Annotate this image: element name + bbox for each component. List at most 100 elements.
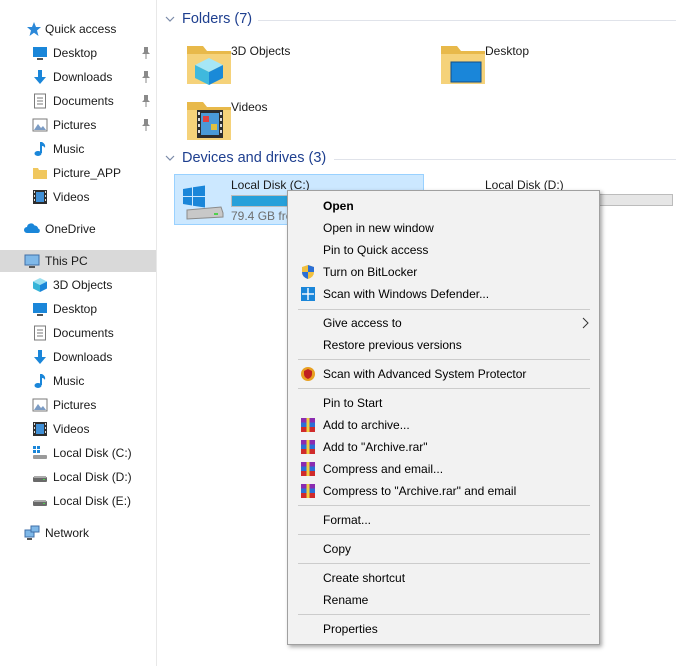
menu-label: Pin to Quick access: [323, 243, 429, 257]
menu-item-restore-versions[interactable]: Restore previous versions: [290, 334, 597, 356]
nav-quick-videos-label: Videos: [53, 190, 90, 204]
document-icon: [34, 325, 46, 341]
nav-pc-music[interactable]: Music: [0, 370, 156, 392]
drives-group-title: Devices and drives (3): [182, 150, 327, 166]
nav-quick-music[interactable]: Music: [0, 138, 156, 160]
nav-network[interactable]: Network: [0, 522, 156, 544]
nav-quick-picture-app-label: Picture_APP: [53, 166, 122, 180]
nav-pc-documents-label: Documents: [53, 326, 114, 340]
menu-item-open-new-window[interactable]: Open in new window: [290, 217, 597, 239]
menu-item-pin-start[interactable]: Pin to Start: [290, 392, 597, 414]
nav-pc-local-disk-d[interactable]: Local Disk (D:): [0, 466, 156, 488]
nav-quick-desktop[interactable]: Desktop: [0, 42, 156, 64]
nav-quick-downloads[interactable]: Downloads: [0, 66, 156, 88]
nav-pc-local-disk-d-label: Local Disk (D:): [53, 470, 132, 484]
menu-item-open[interactable]: Open: [290, 195, 597, 217]
winrar-icon: [301, 440, 315, 454]
chevron-right-icon: [582, 317, 589, 329]
nav-pc-videos[interactable]: Videos: [0, 418, 156, 440]
document-icon: [34, 93, 46, 109]
nav-pc-downloads-label: Downloads: [53, 350, 113, 364]
nav-quick-access[interactable]: Quick access: [0, 18, 156, 40]
nav-onedrive[interactable]: OneDrive: [0, 218, 156, 240]
menu-label: Compress to "Archive.rar" and email: [323, 484, 517, 498]
folder-label: 3D Objects: [231, 44, 291, 58]
chevron-down-icon: [165, 16, 175, 22]
menu-item-compress-email[interactable]: Compress and email...: [290, 458, 597, 480]
menu-item-bitlocker[interactable]: Turn on BitLocker: [290, 261, 597, 283]
nav-quick-picture-app[interactable]: Picture_APP: [0, 162, 156, 184]
drives-group-header[interactable]: Devices and drives (3): [164, 150, 326, 166]
menu-item-create-shortcut[interactable]: Create shortcut: [290, 567, 597, 589]
folder-label: Videos: [231, 100, 268, 114]
menu-label: Open: [323, 199, 354, 213]
cloud-icon: [24, 223, 40, 233]
nav-quick-pictures-label: Pictures: [53, 118, 97, 132]
folders-divider: [258, 20, 676, 21]
windows-drive-icon: [33, 446, 47, 459]
folders-group-title: Folders (7): [182, 11, 253, 27]
folder-tile-desktop[interactable]: Desktop: [439, 40, 639, 88]
menu-item-windows-defender[interactable]: Scan with Windows Defender...: [290, 283, 597, 305]
drive-icon: [33, 500, 47, 506]
nav-quick-documents[interactable]: Documents: [0, 90, 156, 112]
context-menu: Open Open in new window Pin to Quick acc…: [287, 190, 600, 645]
menu-separator: [298, 359, 590, 360]
defender-icon: [301, 287, 315, 301]
system-protector-icon: [301, 367, 315, 381]
nav-pc-music-label: Music: [53, 374, 85, 388]
folders-group-header[interactable]: Folders (7): [164, 11, 252, 27]
menu-label: Turn on BitLocker: [323, 265, 418, 279]
menu-item-pin-quick-access[interactable]: Pin to Quick access: [290, 239, 597, 261]
nav-quick-downloads-label: Downloads: [53, 70, 113, 84]
menu-label: Add to "Archive.rar": [323, 440, 428, 454]
menu-separator: [298, 388, 590, 389]
winrar-icon: [301, 484, 315, 498]
music-icon: [34, 142, 46, 156]
network-icon: [24, 525, 40, 540]
nav-pc-local-disk-e[interactable]: Local Disk (E:): [0, 490, 156, 512]
nav-pc-pictures[interactable]: Pictures: [0, 394, 156, 416]
folder-tile-videos[interactable]: Videos: [185, 96, 385, 144]
nav-this-pc-label: This PC: [45, 254, 88, 268]
nav-quick-pictures[interactable]: Pictures: [0, 114, 156, 136]
computer-icon: [24, 254, 40, 268]
menu-label: Scan with Advanced System Protector: [323, 367, 527, 381]
nav-pc-desktop[interactable]: Desktop: [0, 298, 156, 320]
nav-quick-videos[interactable]: Videos: [0, 186, 156, 208]
nav-pc-local-disk-c[interactable]: Local Disk (C:): [0, 442, 156, 464]
menu-label: Open in new window: [323, 221, 434, 235]
pin-icon: [142, 95, 150, 107]
menu-separator: [298, 563, 590, 564]
chevron-down-icon: [165, 155, 175, 161]
folder-icon: [33, 168, 47, 179]
nav-this-pc[interactable]: This PC: [0, 250, 156, 272]
menu-item-compress-rar-email[interactable]: Compress to "Archive.rar" and email: [290, 480, 597, 502]
pin-icon: [142, 119, 150, 131]
folder-label: Desktop: [485, 44, 530, 58]
nav-pc-3d-objects[interactable]: 3D Objects: [0, 274, 156, 296]
menu-item-copy[interactable]: Copy: [290, 538, 597, 560]
menu-item-properties[interactable]: Properties: [290, 618, 597, 640]
nav-pc-downloads[interactable]: Downloads: [0, 346, 156, 368]
nav-pc-3d-objects-label: 3D Objects: [53, 278, 113, 292]
menu-item-asp-scan[interactable]: Scan with Advanced System Protector: [290, 363, 597, 385]
music-icon: [34, 374, 46, 388]
menu-item-format[interactable]: Format...: [290, 509, 597, 531]
nav-pc-documents[interactable]: Documents: [0, 322, 156, 344]
download-icon: [34, 350, 46, 364]
menu-label: Restore previous versions: [323, 338, 462, 352]
menu-item-add-archive[interactable]: Add to archive...: [290, 414, 597, 436]
menu-item-give-access[interactable]: Give access to: [290, 312, 597, 334]
menu-label: Properties: [323, 622, 378, 636]
menu-item-add-archive-rar[interactable]: Add to "Archive.rar": [290, 436, 597, 458]
nav-pc-local-disk-e-label: Local Disk (E:): [53, 494, 132, 508]
desktop-icon: [33, 303, 47, 316]
drives-divider: [334, 159, 676, 160]
nav-quick-access-label: Quick access: [45, 22, 117, 36]
menu-label: Pin to Start: [323, 396, 383, 410]
menu-item-rename[interactable]: Rename: [290, 589, 597, 611]
menu-label: Give access to: [323, 316, 402, 330]
videos-folder-icon: [187, 102, 231, 140]
folder-tile-3d-objects[interactable]: 3D Objects: [185, 40, 385, 88]
